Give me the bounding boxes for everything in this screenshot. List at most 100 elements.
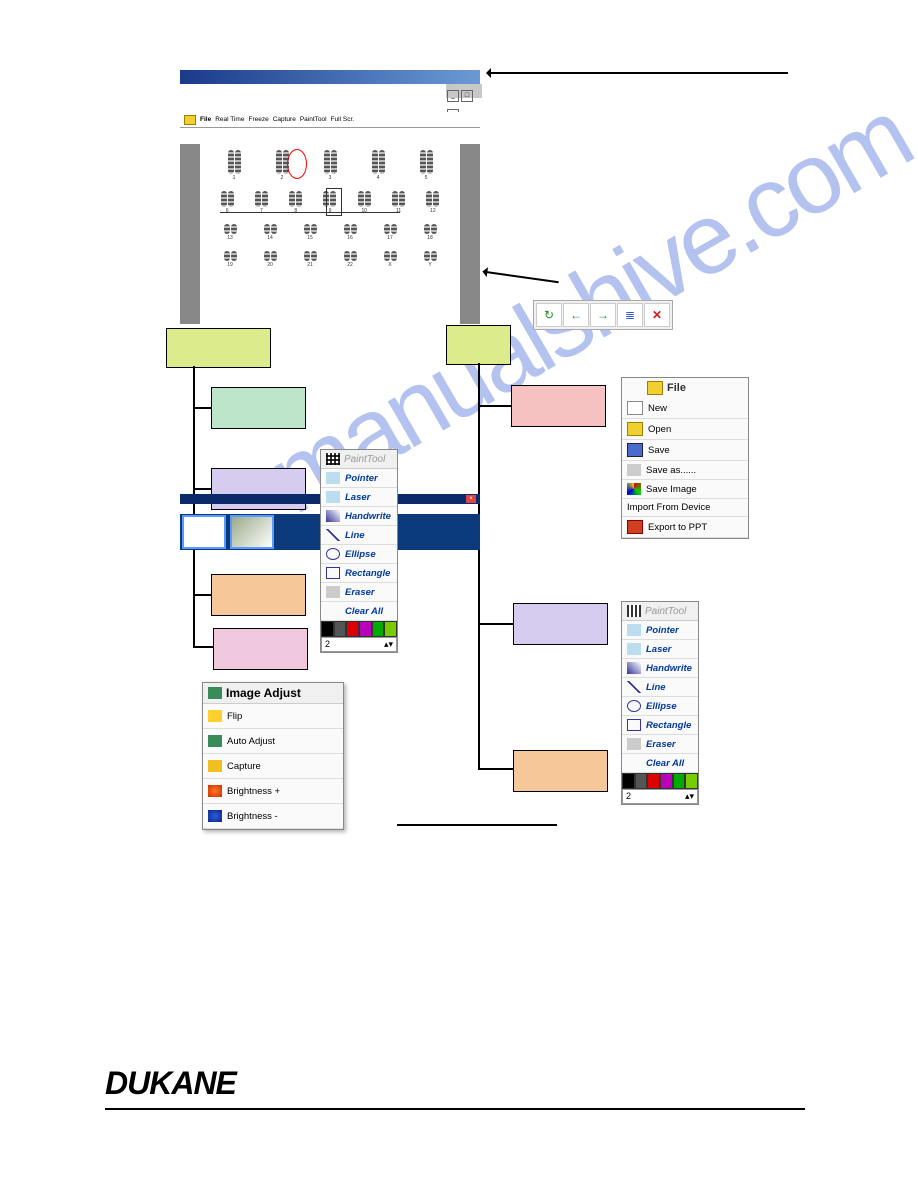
toolbar-freeze[interactable]: Freeze	[248, 116, 268, 123]
paint-ellipse[interactable]: Ellipse	[321, 545, 397, 564]
thumbnail-2[interactable]	[230, 515, 274, 549]
paint-eraser-r[interactable]: Eraser	[622, 735, 698, 754]
open-icon	[627, 422, 643, 436]
karyotype-row-4: 19 20 21 22 X Y	[210, 251, 450, 268]
file-open[interactable]: Open	[622, 419, 748, 440]
paint-pointer-r[interactable]: Pointer	[622, 621, 698, 640]
file-export-ppt[interactable]: Export to PPT	[622, 517, 748, 538]
forward-icon[interactable]: →	[590, 303, 616, 327]
paint-ellipse-r[interactable]: Ellipse	[622, 697, 698, 716]
adjust-icon	[208, 687, 222, 699]
color-swatches[interactable]	[321, 621, 397, 637]
arrow-to-titlebar	[488, 72, 788, 74]
folder-icon	[184, 115, 196, 125]
paint-clearall[interactable]: Clear All	[321, 602, 397, 621]
adjust-flip[interactable]: Flip	[203, 704, 343, 729]
pointer-icon	[627, 624, 641, 636]
clear-icon	[326, 605, 340, 617]
paint-eraser[interactable]: Eraser	[321, 583, 397, 602]
paint-clearall-r[interactable]: Clear All	[622, 754, 698, 773]
file-import[interactable]: Import From Device	[622, 499, 748, 517]
ppt-icon	[627, 520, 643, 534]
laser-icon	[326, 491, 340, 503]
line-width-spinner-r[interactable]: 2▴▾	[622, 789, 698, 804]
toolbar-file[interactable]: File	[200, 116, 211, 123]
pointer-icon	[326, 472, 340, 484]
toolbar-fullscr[interactable]: Full Scr.	[331, 116, 354, 123]
file-save[interactable]: Save	[622, 440, 748, 461]
tree-node-r2	[513, 603, 608, 645]
line-width-spinner[interactable]: 2▴▾	[321, 637, 397, 652]
saveas-icon	[627, 464, 641, 476]
short-rule	[397, 824, 557, 826]
brightness-plus-icon	[208, 785, 222, 797]
handwrite-icon	[326, 510, 340, 522]
tree-root-right	[446, 325, 511, 365]
karyotype-row-3: 13 14 15 16 17 18	[210, 224, 450, 241]
thumbnail-1[interactable]	[182, 515, 226, 549]
auto-icon	[208, 735, 222, 747]
annotation-line	[220, 212, 400, 214]
grid-icon	[627, 605, 641, 617]
tree-node-r3	[513, 750, 608, 792]
window-controls[interactable]: _□×	[446, 84, 482, 98]
grid-icon	[326, 453, 340, 465]
brand-logo: DUKANE	[105, 1065, 236, 1102]
close-icon[interactable]: ×	[466, 495, 476, 503]
ellipse-icon	[326, 548, 340, 560]
color-swatches-r[interactable]	[622, 773, 698, 789]
tree-root-left	[166, 328, 271, 368]
toolbar-capture[interactable]: Capture	[273, 116, 296, 123]
paint-handwrite[interactable]: Handwrite	[321, 507, 397, 526]
toolbar-painttool[interactable]: PaintTool	[300, 116, 327, 123]
delete-icon[interactable]: ✕	[644, 303, 670, 327]
mini-toolbar: ↻ ← → ≣ ✕	[533, 300, 673, 330]
tree-node-l3	[211, 574, 306, 616]
file-saveimage[interactable]: Save Image	[622, 480, 748, 499]
adjust-auto[interactable]: Auto Adjust	[203, 729, 343, 754]
line-icon	[326, 529, 340, 541]
back-icon[interactable]: ←	[563, 303, 589, 327]
paint-tool-title-r: PaintTool	[622, 602, 698, 621]
adjust-bright-minus[interactable]: Brightness -	[203, 804, 343, 829]
ellipse-icon	[627, 700, 641, 712]
eraser-icon	[326, 586, 340, 598]
file-new[interactable]: New	[622, 398, 748, 419]
paint-line[interactable]: Line	[321, 526, 397, 545]
arrow-to-filmstrip	[484, 271, 559, 283]
file-menu-panel: File New Open Save Save as...... Save Im…	[621, 377, 749, 539]
tree-node-l1	[211, 387, 306, 429]
paint-pointer[interactable]: Pointer	[321, 469, 397, 488]
save-icon	[627, 443, 643, 457]
refresh-icon[interactable]: ↻	[536, 303, 562, 327]
folder-icon	[647, 381, 663, 395]
eraser-icon	[627, 738, 641, 750]
rectangle-icon	[627, 719, 641, 731]
paint-laser[interactable]: Laser	[321, 488, 397, 507]
tree-node-l4	[213, 628, 308, 670]
list-icon[interactable]: ≣	[617, 303, 643, 327]
annotation-circle	[287, 149, 307, 179]
paint-rectangle-r[interactable]: Rectangle	[622, 716, 698, 735]
capture-icon	[208, 760, 222, 772]
laser-icon	[627, 643, 641, 655]
saveimage-icon	[627, 483, 641, 495]
handwrite-icon	[627, 662, 641, 674]
app-toolbar: File Real Time Freeze Capture PaintTool …	[180, 112, 480, 128]
adjust-capture[interactable]: Capture	[203, 754, 343, 779]
karyotype-row-1: 1 2 3 4 5	[210, 150, 450, 181]
paint-tool-panel-left: PaintTool Pointer Laser Handwrite Line E…	[320, 449, 398, 653]
file-saveas[interactable]: Save as......	[622, 461, 748, 480]
paint-laser-r[interactable]: Laser	[622, 640, 698, 659]
adjust-bright-plus[interactable]: Brightness +	[203, 779, 343, 804]
file-menu-title: File	[622, 378, 748, 398]
clear-icon	[627, 757, 641, 769]
rectangle-icon	[326, 567, 340, 579]
paint-rectangle[interactable]: Rectangle	[321, 564, 397, 583]
image-adjust-panel: Image Adjust Flip Auto Adjust Capture Br…	[202, 682, 344, 830]
tree-trunk-right	[478, 363, 480, 768]
toolbar-realtime[interactable]: Real Time	[215, 116, 244, 123]
paint-handwrite-r[interactable]: Handwrite	[622, 659, 698, 678]
paint-line-r[interactable]: Line	[622, 678, 698, 697]
flip-icon	[208, 710, 222, 722]
